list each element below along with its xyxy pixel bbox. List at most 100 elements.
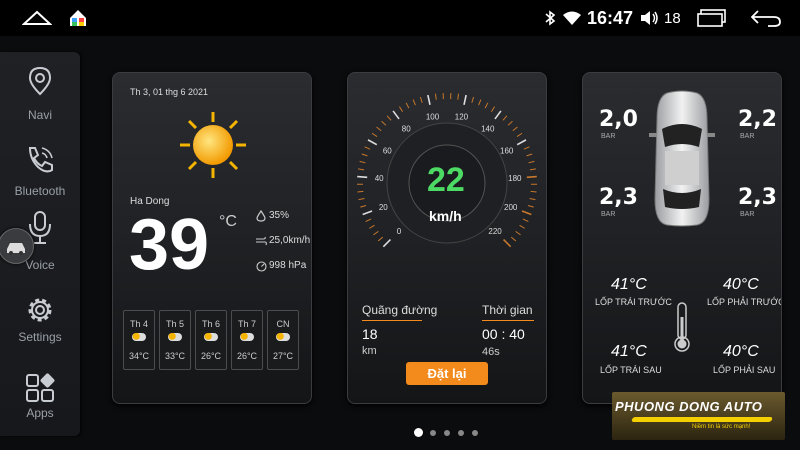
forecast-day-label: CN — [276, 319, 290, 329]
car-top-view-icon — [649, 90, 715, 227]
sidebar-item-navi[interactable]: Navi — [0, 62, 80, 132]
sidebar-item-settings[interactable]: Settings — [0, 288, 80, 358]
gauge-tick-label: 220 — [488, 227, 502, 236]
forecast-day: Th 5 33°C — [159, 310, 191, 370]
sidebar-item-label: Navi — [27, 108, 52, 122]
gauge-minor-tick — [502, 115, 508, 121]
brand-swoosh — [631, 417, 773, 422]
page-indicator-dot[interactable] — [444, 430, 450, 436]
distance-value: 18 — [362, 326, 378, 342]
page-indicator-dot[interactable] — [458, 430, 464, 436]
gauge-minor-tick — [434, 93, 437, 100]
gauge-minor-tick — [471, 96, 475, 103]
gauge-major-tick — [382, 239, 391, 248]
recent-apps-icon — [697, 9, 726, 27]
gauge-major-tick — [521, 210, 532, 216]
gauge-minor-tick — [507, 120, 513, 126]
gauge-minor-tick — [530, 190, 537, 193]
reset-button[interactable]: Đặt lại — [406, 362, 488, 385]
sidebar-item-label: Bluetooth — [14, 184, 66, 198]
time-label: Thời gian — [482, 303, 533, 317]
back-arrow-icon — [750, 10, 781, 27]
tire-rl-label: LỐP TRÁI SAU — [600, 365, 662, 375]
gauge-tick-label: 20 — [379, 203, 388, 212]
forecast-day: Th 4 34°C — [123, 310, 155, 370]
forecast-day-label: Th 5 — [165, 319, 184, 329]
thermometer-icon — [674, 302, 690, 352]
forecast-temp: 26°C — [236, 351, 258, 361]
volume-icon — [641, 11, 658, 25]
gauge-minor-tick — [478, 99, 482, 106]
sidebar-item-label: Settings — [18, 330, 62, 344]
gauge-tick-label: 120 — [455, 113, 469, 122]
gauge-tick-label: 0 — [397, 227, 402, 236]
forecast-temp: 33°C — [164, 351, 186, 361]
partly-cloudy-icon — [132, 333, 146, 341]
sidebar-item-label: Apps — [26, 406, 54, 420]
time-seconds: 46s — [482, 346, 500, 358]
sun-icon — [180, 112, 246, 178]
recent-apps-button[interactable] — [697, 9, 727, 27]
tire-pressure-card[interactable]: 2,0 BAR 2,2 BAR 2,3 BAR 2,3 BAR 41°C LỐP… — [582, 72, 782, 404]
wifi-status — [562, 10, 582, 26]
bluetooth-status — [544, 10, 556, 26]
gauge-minor-tick — [528, 160, 535, 164]
forecast-day: CN 27°C — [267, 310, 299, 370]
page-indicator-dot[interactable] — [430, 430, 436, 436]
speed-unit: km/h — [429, 208, 462, 224]
apps-grid-icon — [26, 373, 55, 402]
tire-rr-temp: 40°C — [723, 343, 759, 360]
gauge-minor-tick — [512, 126, 518, 132]
volume-status[interactable] — [640, 10, 660, 26]
gauge-minor-tick — [484, 102, 489, 109]
gauge-minor-tick — [357, 190, 364, 193]
gauge-minor-tick — [364, 146, 371, 150]
gauge-minor-tick — [522, 218, 529, 223]
gauge-major-tick — [392, 110, 400, 120]
partly-cloudy-icon — [168, 333, 182, 341]
bluetooth-icon — [545, 10, 556, 26]
back-button[interactable] — [750, 9, 782, 27]
floating-assist-button[interactable] — [0, 228, 34, 264]
status-bar: 16:47 18 — [0, 0, 800, 36]
speedometer-card[interactable]: 0 20 40 60 80 100 120 140 160 180 200 220 22 km/h Q… — [347, 72, 547, 404]
tire-rl-unit: BAR — [601, 211, 616, 218]
home-button[interactable] — [68, 8, 88, 28]
forecast-temp: 27°C — [272, 351, 294, 361]
gauge-minor-tick — [365, 218, 372, 223]
gauge-major-tick — [362, 210, 373, 216]
time-value: 00 : 40 — [482, 326, 525, 342]
tire-fl-temp: 41°C — [611, 276, 647, 293]
sidebar-item-bluetooth[interactable]: Bluetooth — [0, 140, 80, 210]
forecast-temp: 26°C — [200, 351, 222, 361]
speed-value: 22 — [427, 161, 465, 199]
gauge-tick-label: 200 — [504, 203, 518, 212]
tire-fr-label: LỐP PHẢI TRƯỚC — [707, 297, 782, 307]
tire-fl-label: LỐP TRÁI TRƯỚC — [595, 297, 672, 307]
gauge-minor-tick — [457, 93, 460, 100]
tire-rr-pressure: 2,3 — [738, 185, 777, 210]
map-pin-icon — [28, 66, 52, 96]
gear-icon — [28, 298, 52, 322]
page-indicator-dot[interactable] — [472, 430, 478, 436]
forecast-day-label: Th 7 — [237, 319, 256, 329]
time-underline — [482, 320, 534, 321]
forecast-temp: 34°C — [128, 351, 150, 361]
brand-watermark: PHUONG DONG AUTO Niềm tin là sức mạnh! — [612, 392, 785, 440]
gauge-minor-tick — [529, 198, 536, 201]
page-indicator-dot[interactable] — [414, 428, 423, 437]
gauge-minor-tick — [371, 132, 378, 137]
distance-unit: km — [362, 345, 377, 357]
gauge-minor-tick — [369, 224, 375, 229]
forecast-day: Th 7 26°C — [231, 310, 263, 370]
tire-rl-pressure: 2,3 — [599, 185, 638, 210]
gauge-minor-tick — [510, 236, 517, 242]
gauge-minor-tick — [405, 102, 410, 109]
sidebar-item-apps[interactable]: Apps — [0, 366, 80, 436]
gauge-major-tick — [516, 139, 527, 146]
brand-slogan: Niềm tin là sức mạnh! — [692, 424, 751, 430]
menu-button[interactable] — [22, 8, 52, 28]
tire-rr-label: LỐP PHẢI SAU — [713, 365, 776, 375]
gauge-minor-tick — [412, 99, 416, 106]
pressure-icon — [256, 261, 267, 272]
